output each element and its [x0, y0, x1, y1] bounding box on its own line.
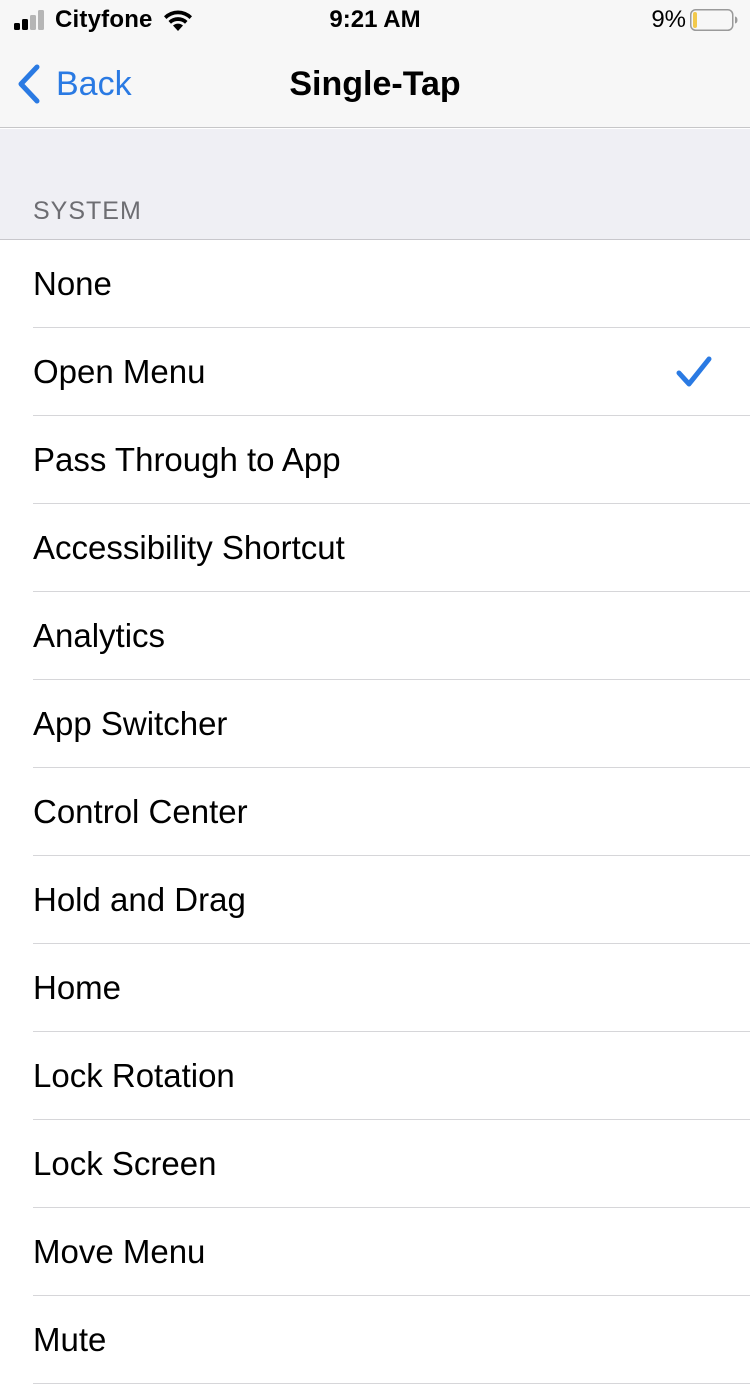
list-item-label: Control Center [33, 793, 248, 830]
list-item[interactable]: Accessibility Shortcut [0, 504, 750, 592]
list-item[interactable]: Control Center [0, 768, 750, 856]
list-item-label: App Switcher [33, 705, 228, 742]
navigation-bar: Back Single-Tap [0, 40, 750, 128]
battery-percent: 9% [651, 6, 686, 33]
list-item[interactable]: Move Menu [0, 1208, 750, 1296]
checkmark-icon [676, 356, 712, 387]
list-item[interactable]: Hold and Drag [0, 856, 750, 944]
list-item-label: Home [33, 969, 122, 1006]
list-item-label: Move Menu [33, 1233, 206, 1270]
list-item[interactable]: Pass Through to App [0, 416, 750, 504]
list-item[interactable]: Mute [0, 1296, 750, 1384]
list-item-label: Accessibility Shortcut [33, 529, 345, 566]
list-item-label: Analytics [33, 617, 166, 654]
section-header: SYSTEM [33, 197, 142, 225]
battery-icon [690, 9, 738, 31]
list-item[interactable]: App Switcher [0, 680, 750, 768]
list-item-label: Lock Screen [33, 1145, 217, 1182]
list-item[interactable]: None [0, 240, 750, 328]
list-item[interactable]: Lock Screen [0, 1120, 750, 1208]
list-item[interactable]: Analytics [0, 592, 750, 680]
status-bar: Cityfone 9:21 AM 9% [0, 0, 750, 40]
list-item[interactable]: Home [0, 944, 750, 1032]
list-item[interactable]: Lock Rotation [0, 1032, 750, 1120]
status-time: 9:21 AM [329, 6, 421, 33]
list-item-label: Hold and Drag [33, 881, 246, 918]
options-list: None Open Menu Pass Through to App Accessib… [0, 240, 750, 1384]
list-item-label: Pass Through to App [33, 441, 341, 478]
page-title: Single-Tap [289, 65, 461, 103]
list-item-label: Mute [33, 1321, 107, 1358]
list-item-label: None [33, 265, 112, 302]
list-item-label: Open Menu [33, 353, 206, 390]
section-header-area: SYSTEM [0, 129, 750, 240]
list-item-label: Lock Rotation [33, 1057, 235, 1094]
list-item[interactable]: Open Menu [0, 328, 750, 416]
